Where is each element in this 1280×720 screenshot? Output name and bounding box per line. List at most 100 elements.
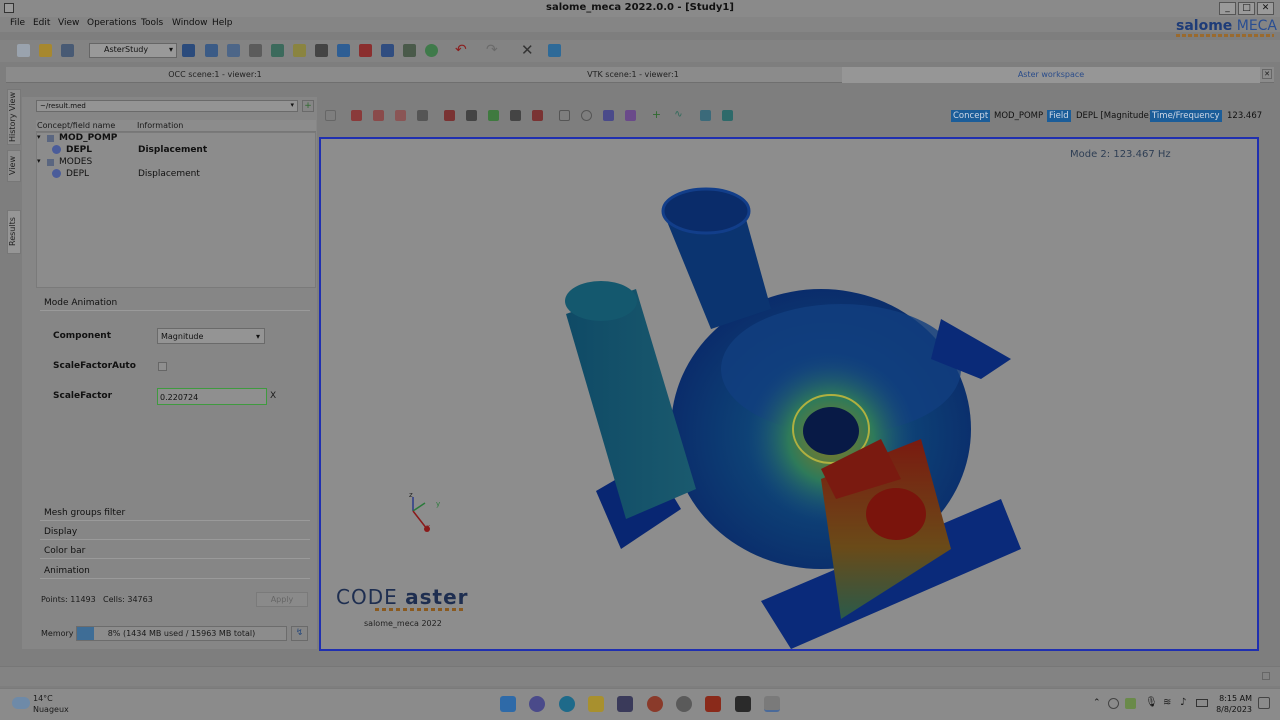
delete-icon[interactable]: ✕ (521, 41, 534, 59)
tab-aster-workspace[interactable]: Aster workspace (842, 67, 1260, 83)
menu-edit[interactable]: Edit (33, 18, 50, 28)
vtk-viewer[interactable]: Mode 2: 123.467 Hz z y x (319, 137, 1259, 651)
asterstudy-icon[interactable] (182, 44, 195, 57)
save-icon[interactable] (61, 44, 74, 57)
scale-auto-checkbox[interactable] (158, 362, 167, 371)
tree-item-mod-pomp[interactable]: MOD_POMP (59, 133, 117, 143)
next-frame-icon[interactable] (510, 110, 521, 121)
memory-refresh-icon[interactable]: ↯ (291, 626, 308, 641)
section-mesh-groups-filter[interactable]: Mesh groups filter (44, 508, 125, 518)
motor-shaft (866, 488, 926, 540)
section-color-bar[interactable]: Color bar (44, 546, 85, 556)
export-icon[interactable] (722, 110, 733, 121)
section-animation[interactable]: Animation (44, 566, 90, 576)
resize-grip-icon[interactable] (1262, 672, 1270, 680)
module-icon[interactable] (403, 44, 416, 57)
clear-scale-button[interactable]: X (270, 391, 276, 401)
screenshot-icon[interactable] (700, 110, 711, 121)
component-select[interactable]: Magnitude ▾ (157, 328, 265, 344)
chevron-up-icon[interactable]: ⌃ (1093, 698, 1101, 708)
loop-icon[interactable] (559, 110, 570, 121)
chat-icon[interactable] (529, 696, 545, 712)
view-iso-icon[interactable] (417, 110, 428, 121)
color-map-icon[interactable] (603, 110, 614, 121)
apply-button[interactable]: Apply (256, 592, 308, 607)
yacs-icon[interactable] (315, 44, 328, 57)
menu-view[interactable]: View (58, 18, 79, 28)
tray-app-icon[interactable] (1125, 698, 1136, 709)
store-icon[interactable] (617, 696, 633, 712)
last-frame-icon[interactable] (532, 110, 543, 121)
tab-history-view[interactable]: History View (7, 89, 21, 145)
battery-icon[interactable] (1196, 699, 1208, 707)
menu-help[interactable]: Help (212, 18, 233, 28)
view-top-icon[interactable] (395, 110, 406, 121)
minimize-button[interactable]: _ (1219, 2, 1236, 15)
tab-vtk-scene[interactable]: VTK scene:1 - viewer:1 (424, 67, 842, 83)
clock[interactable]: 8:15 AM 8/8/2023 (1214, 693, 1252, 715)
notifications-icon[interactable] (1258, 697, 1270, 709)
close-tab-icon[interactable]: ✕ (1262, 69, 1272, 79)
wifi-icon[interactable]: ≋ (1163, 697, 1171, 708)
start-icon[interactable] (500, 696, 516, 712)
view-side-icon[interactable] (373, 110, 384, 121)
tab-occ-scene[interactable]: OCC scene:1 - viewer:1 (6, 67, 424, 83)
close-button[interactable]: ✕ (1257, 2, 1274, 15)
menu-file[interactable]: File (10, 18, 25, 28)
module-selector[interactable]: AsterStudy ▾ (89, 43, 177, 58)
terminal-icon[interactable] (735, 696, 751, 712)
menu-window[interactable]: Window (172, 18, 208, 28)
expand-arrow-icon[interactable]: ▾ (37, 133, 41, 141)
record-icon[interactable] (581, 110, 592, 121)
module-red-icon[interactable] (359, 44, 372, 57)
play-icon[interactable] (488, 110, 499, 121)
prev-frame-icon[interactable] (466, 110, 477, 121)
section-display[interactable]: Display (44, 527, 77, 537)
chart-icon[interactable] (381, 44, 394, 57)
window-title: salome_meca 2022.0.0 - [Study1] (546, 2, 734, 13)
tab-results[interactable]: Results (7, 210, 21, 254)
undo-icon[interactable]: ↶ (455, 42, 467, 58)
mesh-icon[interactable] (227, 44, 240, 57)
result-file-selector[interactable]: ~/result.med ▾ (36, 100, 298, 112)
tree-item-modes[interactable]: MODES (59, 157, 92, 167)
mode-animation-header[interactable]: Mode Animation (44, 298, 117, 308)
x-axis-label: x (426, 523, 431, 531)
shaper-icon[interactable] (249, 44, 262, 57)
cloud-icon[interactable] (1108, 698, 1119, 709)
maximize-button[interactable]: □ (1238, 2, 1255, 15)
jobmanager-icon[interactable] (293, 44, 306, 57)
translate-icon[interactable] (548, 44, 561, 57)
weather-icon[interactable] (12, 697, 30, 709)
redo-icon[interactable]: ↷ (486, 42, 498, 58)
expand-arrow-icon[interactable]: ▾ (37, 157, 41, 165)
file-explorer-icon[interactable] (588, 696, 604, 712)
settings-gear-icon[interactable] (676, 696, 692, 712)
salome-app-icon[interactable] (764, 696, 780, 712)
smesh-icon[interactable] (337, 44, 350, 57)
add-probe-icon[interactable]: + (651, 109, 662, 121)
edge-icon[interactable] (559, 696, 575, 712)
deform-icon[interactable] (625, 110, 636, 121)
paravis-icon[interactable] (271, 44, 284, 57)
volume-icon[interactable]: ♪ (1180, 697, 1186, 708)
menu-operations[interactable]: Operations (87, 18, 136, 28)
view-front-icon[interactable] (351, 110, 362, 121)
first-frame-icon[interactable] (444, 110, 455, 121)
microphone-icon[interactable]: 🎙 (1145, 697, 1158, 708)
plot-icon[interactable]: ∿ (673, 110, 684, 121)
geometry-icon[interactable] (205, 44, 218, 57)
open-folder-icon[interactable] (39, 44, 52, 57)
chrome-icon[interactable] (647, 696, 663, 712)
e-icon[interactable] (425, 44, 438, 57)
scale-factor-input[interactable]: 0.220724 (157, 388, 267, 405)
reset-view-icon[interactable] (325, 110, 336, 121)
menu-tools[interactable]: Tools (141, 18, 163, 28)
new-document-icon[interactable] (17, 44, 30, 57)
add-file-icon[interactable]: + (302, 100, 314, 112)
powerpoint-icon[interactable] (705, 696, 721, 712)
tab-view[interactable]: View (7, 150, 21, 182)
memory-text: 8% (1434 MB used / 15963 MB total) (107, 629, 256, 638)
tree-item-depl[interactable]: DEPL (66, 145, 92, 155)
tree-item-modes-depl[interactable]: DEPL (66, 169, 89, 179)
